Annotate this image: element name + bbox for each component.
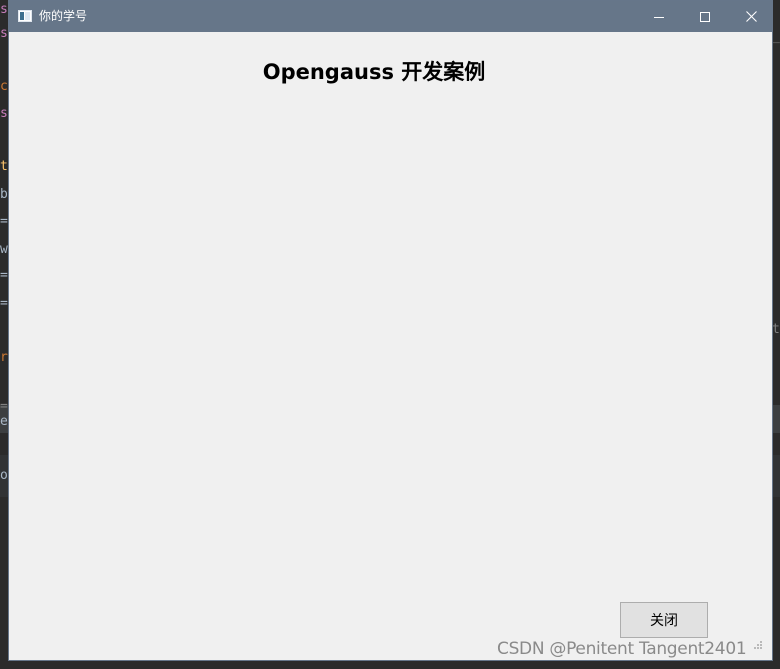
app-window-icon <box>18 10 32 22</box>
background-code-fragment: s <box>0 106 8 121</box>
background-code-fragment: b <box>0 187 8 202</box>
background-code-fragment: = <box>0 399 8 414</box>
page-heading: Opengauss 开发案例 <box>262 60 486 84</box>
resize-grip-icon[interactable] <box>753 640 763 650</box>
background-code-fragment: c <box>0 79 8 94</box>
background-code-fragment: s <box>0 2 8 17</box>
minimize-icon <box>654 16 664 18</box>
background-code-fragment: r <box>0 350 8 365</box>
background-code-fragment: t <box>0 159 8 174</box>
background-code-fragment: e <box>0 414 8 429</box>
maximize-icon <box>700 11 710 22</box>
background-code-fragment: = <box>0 214 8 229</box>
window-title: 你的学号 <box>39 9 88 23</box>
maximize-button[interactable] <box>682 1 728 32</box>
watermark-text: CSDN @Penitent Tangent2401 <box>497 639 747 659</box>
background-code-fragment: s <box>0 26 8 41</box>
background-code-fragment: w <box>0 242 8 257</box>
close-icon <box>745 11 757 22</box>
background-code-fragment: = <box>0 296 8 311</box>
close-button[interactable]: 关闭 <box>620 602 708 638</box>
background-code-fragment: _ <box>772 29 780 44</box>
background-code-fragment: t <box>772 322 780 337</box>
background-code-fragment: = <box>0 268 8 283</box>
title-bar[interactable]: 你的学号 <box>9 1 772 32</box>
background-code-fragment: o <box>0 468 8 483</box>
app-window: 你的学号 Opengauss 开发案例 关闭 <box>8 0 773 661</box>
minimize-button[interactable] <box>636 1 682 32</box>
window-close-button[interactable] <box>728 1 772 32</box>
